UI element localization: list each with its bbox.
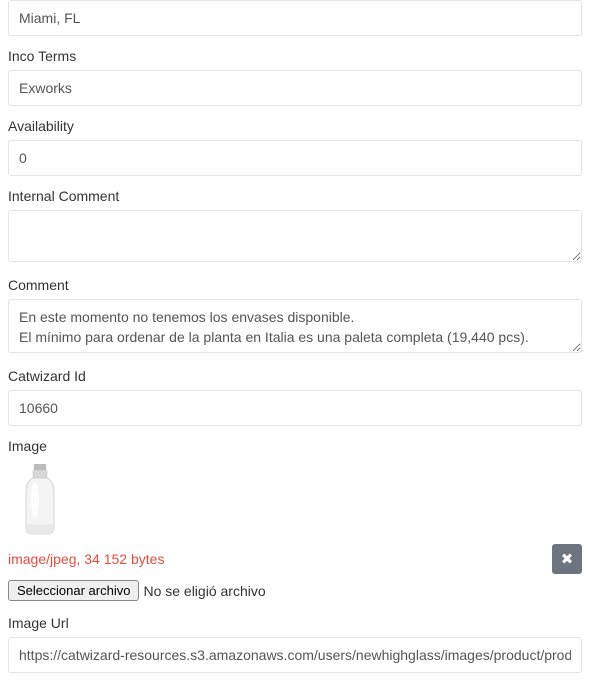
internal-comment-label: Internal Comment [8,188,582,204]
inco-terms-label: Inco Terms [8,48,582,64]
inco-terms-input[interactable] [8,70,582,106]
comment-label: Comment [8,277,582,293]
comment-textarea[interactable] [8,299,582,353]
image-delete-button[interactable]: ✖ [552,544,582,574]
catwizard-id-input[interactable] [8,390,582,426]
location-input[interactable] [8,0,582,36]
file-status-text: No se eligió archivo [143,583,265,599]
internal-comment-textarea[interactable] [8,210,582,262]
image-url-input[interactable] [8,637,582,673]
availability-label: Availability [8,118,582,134]
image-url-label: Image Url [8,615,582,631]
image-thumbnail [8,460,72,540]
close-icon: ✖ [561,550,574,568]
availability-input[interactable] [8,140,582,176]
catwizard-id-label: Catwizard Id [8,368,582,384]
image-label: Image [8,438,582,454]
file-select-button[interactable]: Seleccionar archivo [8,580,139,601]
image-meta: image/jpeg, 34 152 bytes [8,551,164,567]
